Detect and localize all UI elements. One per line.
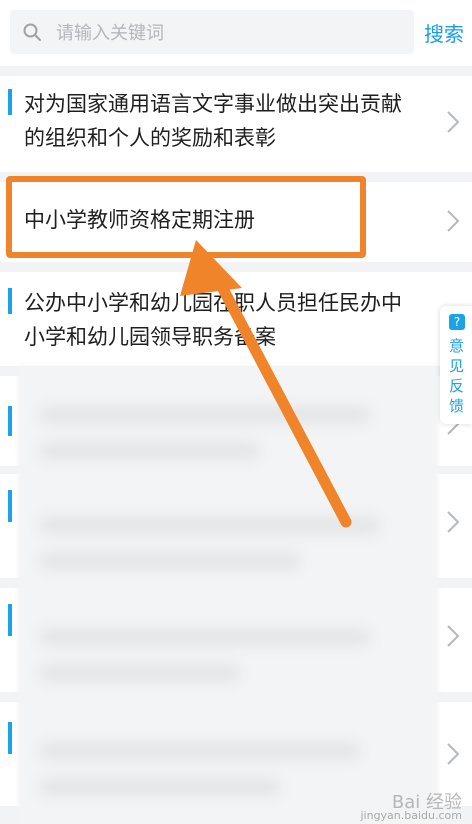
- accent-bar: [8, 722, 12, 754]
- accent-bar: [8, 490, 12, 522]
- list-item[interactable]: 公办中小学和幼儿园在职人员担任民办中小学和幼儿园领导职务备案: [0, 272, 472, 366]
- list-item[interactable]: 对为国家通用语言文字事业做出突出贡献的组织和个人的奖励和表彰: [0, 76, 472, 172]
- accent-bar: [8, 288, 12, 314]
- watermark-logo: Bai 经验 jingyan.baidu.com: [360, 792, 462, 823]
- chevron-right-icon: [446, 742, 460, 766]
- accent-bar: [8, 89, 12, 115]
- chevron-right-icon: [446, 624, 460, 648]
- list-item-title: 中小学教师资格定期注册: [24, 208, 255, 232]
- search-header: 搜索: [0, 0, 472, 66]
- blurred-content: [18, 366, 438, 824]
- feedback-label: 意见反馈: [449, 337, 465, 415]
- chevron-right-icon: [446, 209, 460, 233]
- feedback-tab[interactable]: ? 意见反馈: [440, 306, 472, 424]
- watermark-brand: Bai 经验: [391, 792, 462, 813]
- list-item[interactable]: 中小学教师资格定期注册: [0, 182, 472, 262]
- accent-bar: [8, 604, 12, 636]
- list-item-title: 公办中小学和幼儿园在职人员担任民办中小学和幼儿园领导职务备案: [24, 291, 402, 349]
- search-button[interactable]: 搜索: [424, 18, 464, 47]
- search-input[interactable]: [54, 10, 408, 56]
- accent-bar: [8, 406, 12, 436]
- watermark-url: jingyan.baidu.com: [360, 809, 462, 822]
- chevron-right-icon: [446, 110, 460, 134]
- search-icon: [23, 23, 41, 41]
- search-box[interactable]: [10, 10, 414, 56]
- question-icon: ?: [449, 314, 465, 330]
- chevron-right-icon: [446, 510, 460, 534]
- list-item-title: 对为国家通用语言文字事业做出突出贡献的组织和个人的奖励和表彰: [24, 92, 402, 150]
